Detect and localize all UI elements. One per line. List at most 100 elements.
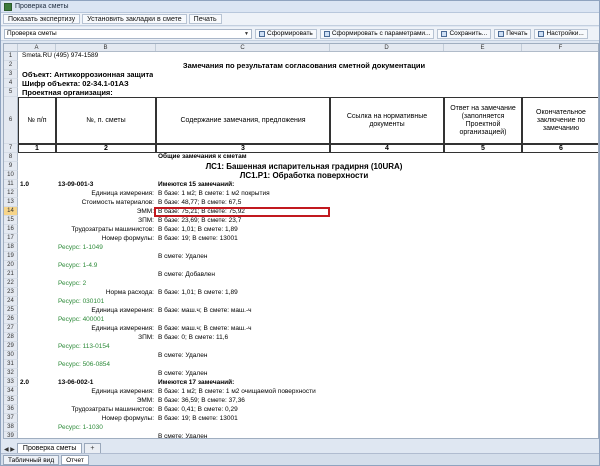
row-number[interactable]: 21 (4, 270, 18, 279)
row-number[interactable]: 10 (4, 171, 18, 180)
row-number[interactable]: 20 (4, 261, 18, 270)
form-params-label: Сформировать с параметрами... (331, 30, 431, 37)
top-toolbar: Показать экспертизу Установить закладки … (1, 13, 599, 26)
report-select-value: Проверка сметы (7, 30, 57, 37)
row-number[interactable]: 19 (4, 252, 18, 261)
detail-label: Стоимость материалов: (81, 199, 154, 206)
resource-code: Ресурс: 113-0154 (58, 343, 110, 350)
save-button[interactable]: Сохранить... (437, 28, 492, 39)
row-number[interactable]: 13 (4, 198, 18, 207)
row-number[interactable]: 5 (4, 88, 18, 97)
tab-nav-arrows[interactable]: ◀ ▶ (4, 446, 15, 453)
report-select[interactable]: Проверка сметы ▼ (4, 28, 252, 39)
detail-value: В базе: 48,77; В смете: 67,5 (158, 199, 242, 206)
detail-label: Единица измерения: (91, 325, 154, 332)
row-number[interactable]: 2 (4, 61, 18, 70)
row-number[interactable]: 17 (4, 234, 18, 243)
detail-label: Номер формулы: (101, 235, 154, 242)
column-header-b[interactable]: B (56, 44, 156, 51)
form-params-button[interactable]: Сформировать с параметрами... (319, 28, 435, 39)
detail-value: В базе: 1,01; В смете: 1,89 (158, 226, 238, 233)
row-number[interactable]: 12 (4, 189, 18, 198)
row-number[interactable]: 28 (4, 333, 18, 342)
form-params-icon (323, 30, 330, 37)
print-button[interactable]: Печать (494, 28, 532, 39)
row-number[interactable]: 4 (4, 79, 18, 88)
row-number[interactable]: 34 (4, 387, 18, 396)
row-number[interactable]: 15 (4, 216, 18, 225)
row-number[interactable]: 33 (4, 378, 18, 387)
row-number[interactable]: 32 (4, 369, 18, 378)
tab-report[interactable]: Отчет (61, 454, 89, 465)
tab-table-view[interactable]: Табличный вид (3, 454, 60, 465)
show-expertise-button[interactable]: Показать экспертизу (3, 14, 81, 24)
resource-code: Ресурс: 400001 (58, 316, 105, 323)
title-bar: Проверка сметы (1, 1, 599, 13)
row-number[interactable]: 8 (4, 153, 18, 162)
column-header-d[interactable]: D (330, 44, 444, 51)
note-value: В смете: Удален (158, 253, 208, 260)
column-header-e[interactable]: E (444, 44, 522, 51)
settings-label: Настройки... (546, 30, 584, 37)
row-number[interactable]: 14 (4, 207, 18, 216)
select-all-corner[interactable] (4, 44, 18, 51)
detail-label: Единица измерения: (91, 190, 154, 197)
sheet-row: 4 (4, 79, 598, 88)
row-number[interactable]: 38 (4, 423, 18, 432)
row-number[interactable]: 6 (4, 97, 18, 144)
app-icon (4, 2, 12, 11)
row-number[interactable]: 31 (4, 360, 18, 369)
resource-code: Ресурс: 1-1049 (58, 244, 103, 251)
row-number[interactable]: 37 (4, 414, 18, 423)
detail-label: ЭММ: (136, 397, 154, 404)
detail-label: ЗПМ: (138, 217, 154, 224)
tab-check-smeta[interactable]: Проверка сметы (16, 443, 83, 453)
row-number[interactable]: 24 (4, 297, 18, 306)
row-number[interactable]: 9 (4, 162, 18, 171)
detail-label: ЭММ: (136, 208, 154, 215)
sheet-row: 3 (4, 70, 598, 79)
spreadsheet[interactable]: A B C D E F Smeta.RU (495) 974-1589 Заме… (3, 43, 599, 439)
settings-button[interactable]: Настройки... (534, 28, 588, 39)
printer-icon (498, 30, 505, 37)
detail-label: ЗПМ: (138, 334, 154, 341)
row-number[interactable]: 30 (4, 351, 18, 360)
sheet-row: 6 (4, 97, 598, 144)
row-number[interactable]: 23 (4, 288, 18, 297)
column-header-a[interactable]: A (18, 44, 56, 51)
row-number[interactable]: 16 (4, 225, 18, 234)
sheet-row: 5 (4, 88, 598, 97)
column-header-f[interactable]: F (522, 44, 598, 51)
detail-value: В базе: 19; В смете: 13001 (158, 415, 238, 422)
sheet-row: 8 (4, 153, 598, 162)
row-number[interactable]: 26 (4, 315, 18, 324)
row-number[interactable]: 36 (4, 405, 18, 414)
form-button[interactable]: Сформировать (255, 28, 317, 39)
row-number[interactable]: 18 (4, 243, 18, 252)
row-number[interactable]: 3 (4, 70, 18, 79)
item-remarks-count: Имеются 17 замечаний: (158, 379, 235, 386)
resource-code: Ресурс: 1-4.9 (58, 262, 98, 269)
detail-value: В базе: 23,69; В смете: 23,7 (158, 217, 242, 224)
row-number[interactable]: 35 (4, 396, 18, 405)
row-number[interactable]: 7 (4, 144, 18, 153)
column-header-c[interactable]: C (156, 44, 330, 51)
detail-label: Единица измерения: (91, 388, 154, 395)
row-number[interactable]: 39 (4, 432, 18, 438)
tab-add[interactable]: + (84, 443, 101, 453)
detail-label: Номер формулы: (101, 415, 154, 422)
row-number[interactable]: 11 (4, 180, 18, 189)
row-number[interactable]: 22 (4, 279, 18, 288)
print-menu-button[interactable]: Печать (188, 14, 222, 24)
note-value: В смете: Добавлен (158, 271, 215, 278)
row-number[interactable]: 1 (4, 52, 18, 61)
bottom-view-tabs: Табличный вид Отчет (1, 453, 599, 465)
detail-value: В базе: 0,41; В смете: 0,29 (158, 406, 238, 413)
row-number[interactable]: 25 (4, 306, 18, 315)
detail-value: В базе: 36,59; В смете: 37,36 (158, 397, 245, 404)
save-icon (441, 30, 448, 37)
row-number[interactable]: 27 (4, 324, 18, 333)
form-icon (259, 30, 265, 37)
set-bookmarks-button[interactable]: Установить закладки в смете (82, 14, 187, 24)
row-number[interactable]: 29 (4, 342, 18, 351)
